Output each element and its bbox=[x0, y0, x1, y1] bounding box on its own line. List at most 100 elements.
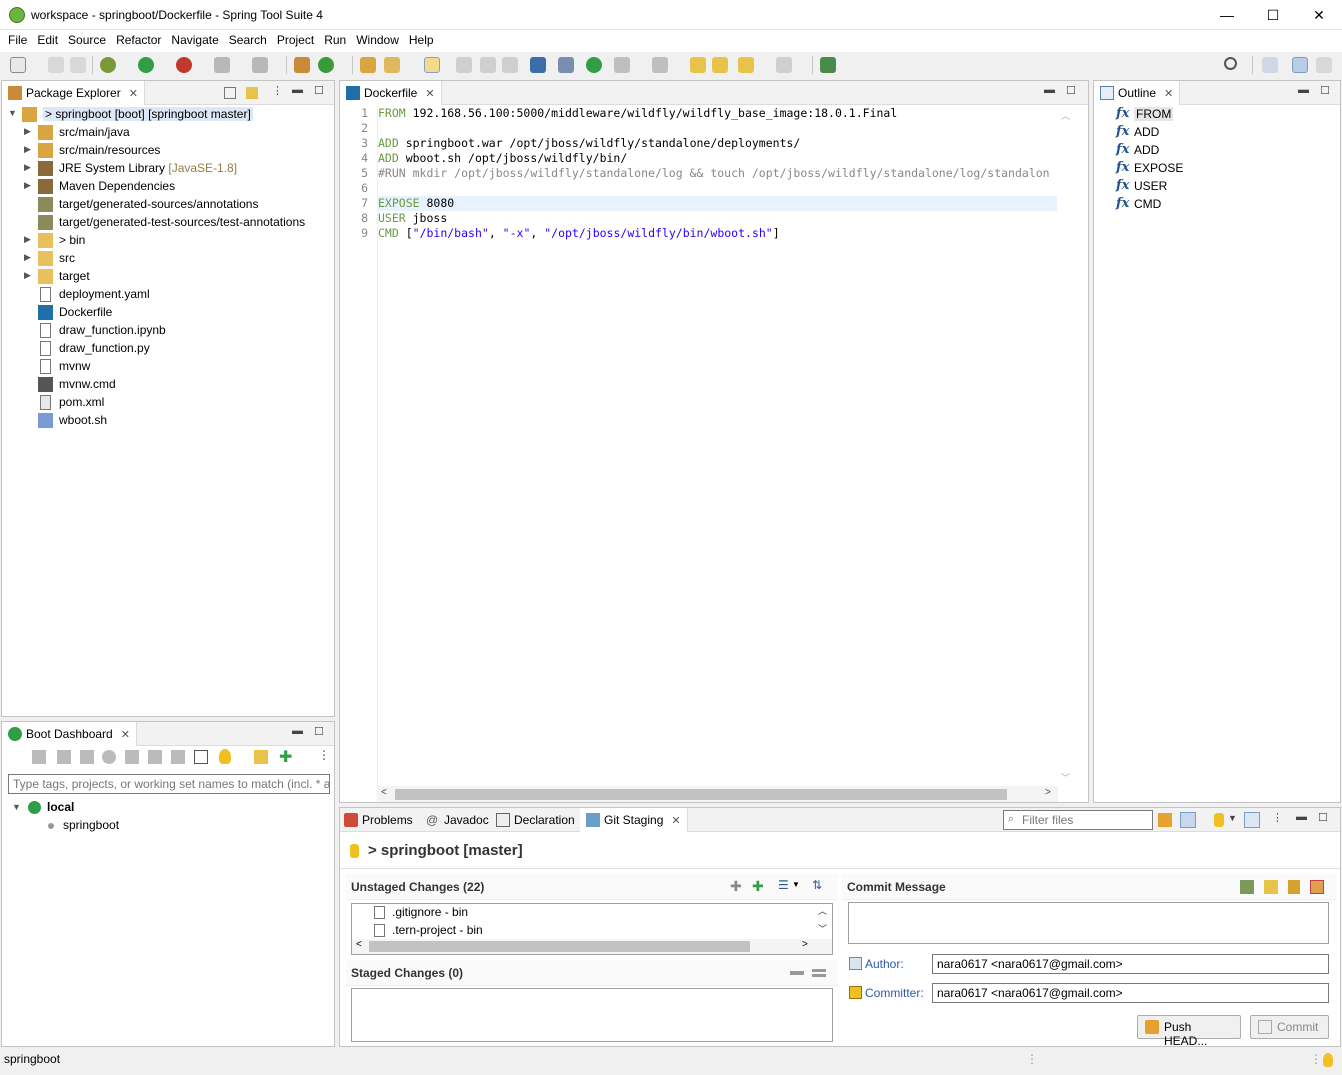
lightbulb-icon[interactable] bbox=[1323, 1053, 1333, 1067]
refresh-icon[interactable] bbox=[1158, 813, 1172, 827]
vertical-scrollbar[interactable] bbox=[1058, 106, 1072, 786]
maximize-icon[interactable]: ☐ bbox=[1318, 811, 1328, 824]
view-menu-icon[interactable]: ⋮ bbox=[272, 84, 283, 97]
gerrit-icon[interactable] bbox=[1310, 880, 1324, 894]
close-icon[interactable]: ✕ bbox=[1164, 88, 1173, 100]
save-icon[interactable] bbox=[48, 57, 64, 73]
boot-icon[interactable] bbox=[586, 57, 602, 73]
view-menu-icon[interactable]: ⋮ bbox=[1272, 811, 1283, 824]
tab-javadoc[interactable]: @ Javadoc bbox=[422, 808, 493, 832]
code-line[interactable]: FROM 192.168.56.100:5000/middleware/wild… bbox=[378, 106, 897, 121]
close-icon[interactable]: ✕ bbox=[671, 815, 680, 827]
scroll-down-icon[interactable]: ﹀ bbox=[818, 922, 827, 935]
minimize-icon[interactable]: ▬ bbox=[292, 84, 303, 96]
show-whitespace-icon[interactable] bbox=[502, 57, 518, 73]
tab-git-staging[interactable]: Git Staging ✕ bbox=[580, 808, 688, 832]
signed-off-icon[interactable] bbox=[1240, 880, 1254, 894]
presentation-icon[interactable] bbox=[1244, 812, 1260, 828]
git-perspective-icon[interactable] bbox=[1316, 57, 1332, 73]
previous-annotation-icon[interactable] bbox=[652, 57, 668, 73]
horizontal-scroll-thumb[interactable] bbox=[395, 789, 1007, 800]
boot-app-label[interactable]: springboot bbox=[63, 818, 119, 832]
word-wrap-icon[interactable] bbox=[480, 57, 496, 73]
properties-icon[interactable] bbox=[194, 750, 208, 764]
code-line[interactable]: EXPOSE 8080 bbox=[378, 196, 454, 211]
close-icon[interactable]: ✕ bbox=[129, 88, 138, 100]
maximize-icon[interactable]: ☐ bbox=[1066, 84, 1076, 97]
search-tool-icon[interactable] bbox=[384, 57, 400, 73]
debug-app-icon[interactable] bbox=[57, 750, 71, 764]
filter-files-input[interactable]: ⌕ Filter files bbox=[1003, 810, 1153, 830]
maximize-icon[interactable]: ☐ bbox=[314, 84, 324, 97]
debug-icon[interactable] bbox=[100, 57, 116, 73]
scroll-right-icon[interactable]: > bbox=[1045, 787, 1051, 798]
amend-icon[interactable] bbox=[1264, 880, 1278, 894]
back-icon[interactable] bbox=[738, 57, 754, 73]
minimize-icon[interactable]: ▬ bbox=[1044, 84, 1055, 96]
lightbulb-icon[interactable] bbox=[219, 749, 231, 764]
open-perspective-icon[interactable] bbox=[820, 57, 836, 73]
open-browser-icon[interactable] bbox=[102, 750, 116, 764]
tree-view-icon[interactable]: ☰ bbox=[778, 878, 789, 892]
menu-file[interactable]: File bbox=[4, 30, 31, 47]
push-head-button[interactable]: Push HEAD... bbox=[1137, 1015, 1241, 1048]
collapse-arrow-icon[interactable]: ▶ bbox=[24, 252, 34, 263]
remove-from-index-icon[interactable] bbox=[790, 971, 804, 975]
expand-arrow-icon[interactable]: ▼ bbox=[12, 802, 21, 812]
menu-run[interactable]: Run bbox=[320, 30, 350, 47]
disconnect-icon[interactable] bbox=[252, 57, 268, 73]
collapse-arrow-icon[interactable]: ▶ bbox=[24, 270, 34, 281]
forward-icon[interactable] bbox=[776, 57, 792, 73]
commit-message-input[interactable] bbox=[848, 902, 1329, 944]
code-line[interactable]: ADD springboot.war /opt/jboss/wildfly/st… bbox=[378, 136, 800, 151]
unstaged-files-list[interactable]: .gitignore - bin .tern-project - bin ︿ ﹀… bbox=[351, 903, 833, 955]
code-line[interactable]: USER jboss bbox=[378, 211, 447, 226]
forward-edit-icon[interactable] bbox=[712, 57, 728, 73]
unstaged-file[interactable]: .tern-project - bin bbox=[392, 923, 483, 937]
tab-package-explorer[interactable]: Package Explorer ✕ bbox=[2, 81, 145, 105]
maximize-icon[interactable]: ☐ bbox=[1320, 84, 1330, 97]
expose-icon[interactable] bbox=[254, 750, 268, 764]
menu-refactor[interactable]: Refactor bbox=[112, 30, 165, 47]
view-menu-icon[interactable]: ⋮ bbox=[318, 748, 330, 762]
scroll-up-icon[interactable]: ︿ bbox=[818, 904, 827, 917]
unstaged-file[interactable]: .gitignore - bin bbox=[392, 905, 468, 919]
code-line[interactable]: #RUN mkdir /opt/jboss/wildfly/standalone… bbox=[378, 166, 1050, 181]
open-type-icon[interactable] bbox=[360, 57, 376, 73]
collapse-all-icon[interactable] bbox=[224, 87, 236, 99]
perspective-icon[interactable] bbox=[1262, 57, 1278, 73]
tab-declaration[interactable]: Declaration bbox=[492, 808, 579, 832]
link-with-console-icon[interactable] bbox=[148, 750, 162, 764]
block-select-icon[interactable] bbox=[456, 57, 472, 73]
menu-navigate[interactable]: Navigate bbox=[167, 30, 222, 47]
new-class-icon[interactable] bbox=[318, 57, 334, 73]
scroll-down-icon[interactable]: ﹀ bbox=[1061, 771, 1070, 784]
menu-search[interactable]: Search bbox=[225, 30, 271, 47]
collapse-arrow-icon[interactable]: ▶ bbox=[24, 234, 34, 245]
collapse-arrow-icon[interactable]: ▶ bbox=[24, 162, 34, 173]
scroll-left-icon[interactable]: < bbox=[381, 787, 387, 798]
horizontal-scroll-thumb[interactable] bbox=[369, 941, 750, 952]
pin-icon[interactable] bbox=[558, 57, 574, 73]
tab-problems[interactable]: Problems bbox=[340, 808, 417, 832]
minimize-icon[interactable]: ▬ bbox=[1298, 84, 1309, 96]
menu-project[interactable]: Project bbox=[273, 30, 318, 47]
scroll-up-icon[interactable]: ︿ bbox=[1061, 109, 1070, 122]
minimize-button[interactable]: — bbox=[1204, 0, 1250, 30]
close-icon[interactable]: ✕ bbox=[425, 88, 434, 100]
spring-perspective-icon[interactable] bbox=[1292, 57, 1308, 73]
close-icon[interactable]: ✕ bbox=[121, 729, 130, 741]
last-edit-icon[interactable] bbox=[690, 57, 706, 73]
next-annotation-icon[interactable] bbox=[614, 57, 630, 73]
tab-outline[interactable]: Outline ✕ bbox=[1094, 81, 1181, 105]
add-all-icon[interactable]: ✚ bbox=[752, 878, 764, 895]
collapse-arrow-icon[interactable]: ▶ bbox=[24, 180, 34, 191]
dropdown-arrow-icon[interactable]: ▼ bbox=[1228, 813, 1237, 823]
expand-arrow-icon[interactable]: ▼ bbox=[8, 108, 18, 118]
remove-all-icon[interactable] bbox=[812, 969, 826, 972]
code-line[interactable]: CMD ["/bin/bash", "-x", "/opt/jboss/wild… bbox=[378, 226, 780, 241]
new-java-package-icon[interactable] bbox=[294, 57, 310, 73]
link-editor-icon[interactable] bbox=[246, 87, 258, 99]
committer-field[interactable]: nara0617 <nara0617@gmail.com> bbox=[932, 983, 1329, 1003]
sort-icon[interactable]: ⇅ bbox=[812, 878, 822, 892]
